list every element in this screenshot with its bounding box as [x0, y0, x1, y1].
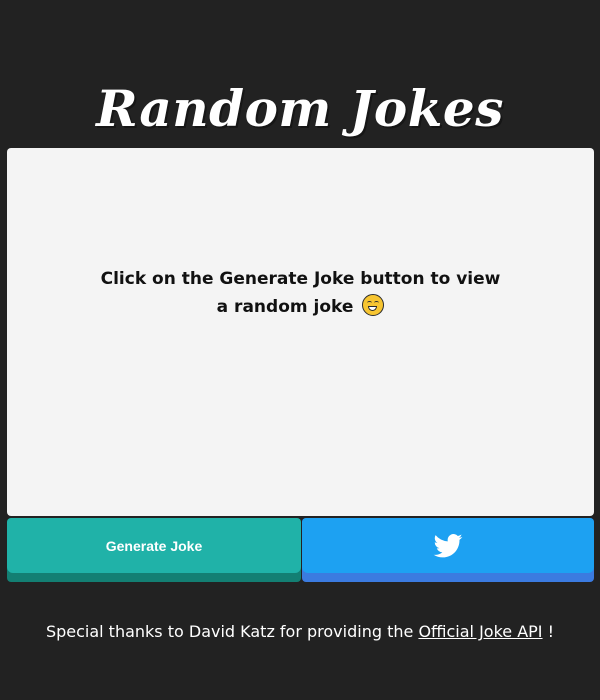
footer-text: Special thanks to David Katz for providi… — [45, 622, 414, 641]
generate-joke-button[interactable]: Generate Joke — [7, 518, 301, 582]
tweet-button[interactable] — [302, 518, 594, 582]
grinning-face-icon — [362, 294, 385, 316]
generate-joke-label: Generate Joke — [7, 518, 301, 573]
page-title: Random Jokes — [96, 78, 504, 138]
footer-exclamation: ! — [547, 622, 555, 641]
joke-text: Click on the Generate Joke button to vie… — [100, 269, 501, 317]
joke-card: Click on the Generate Joke button to vie… — [7, 148, 594, 516]
footer-credits: Special thanks to David Katz for providi… — [0, 620, 600, 644]
official-joke-api-link[interactable]: Official Joke API — [418, 622, 542, 641]
twitter-bird-icon — [433, 533, 463, 557]
joke-text-container: Click on the Generate Joke button to vie… — [101, 265, 501, 321]
